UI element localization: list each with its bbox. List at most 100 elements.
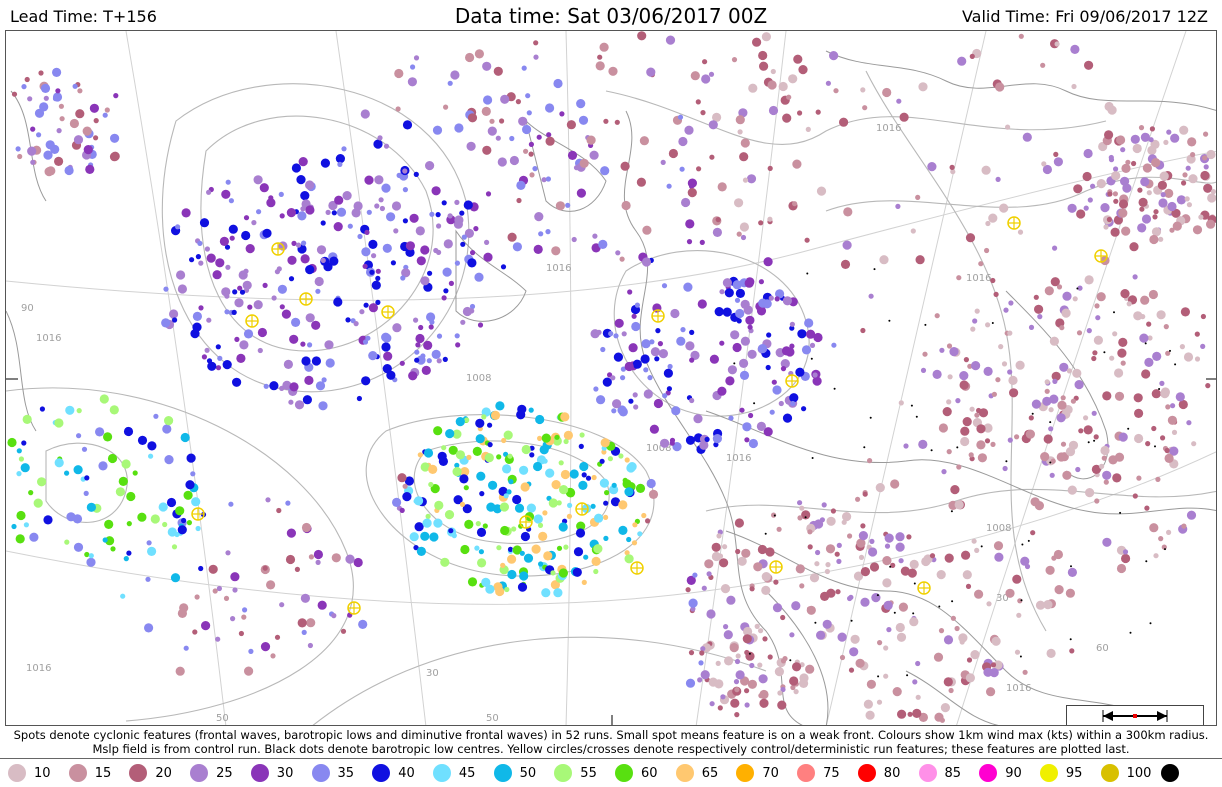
legend-label: 15 bbox=[94, 766, 112, 781]
cyclone-feature-spot bbox=[64, 539, 70, 545]
cyclone-feature-spot bbox=[572, 567, 582, 577]
cyclone-feature-spot bbox=[59, 116, 65, 122]
cyclone-feature-spot bbox=[448, 528, 454, 534]
cyclone-feature-spot bbox=[700, 110, 706, 116]
cyclone-feature-spot bbox=[1112, 331, 1118, 337]
cyclone-feature-spot bbox=[985, 322, 991, 328]
cyclone-feature-spot bbox=[417, 452, 423, 458]
cyclone-feature-spot bbox=[315, 288, 321, 294]
legend-label: 80 bbox=[883, 766, 901, 781]
cyclone-feature-spot bbox=[1158, 236, 1164, 242]
cyclone-feature-spot bbox=[578, 480, 588, 490]
cyclone-feature-spot bbox=[1066, 368, 1072, 374]
cyclone-feature-spot bbox=[869, 562, 880, 572]
cyclone-feature-spot bbox=[368, 351, 378, 361]
cyclone-feature-spot bbox=[500, 264, 507, 270]
cyclone-feature-spot bbox=[1003, 307, 1009, 313]
barotropic-low-dot bbox=[1020, 599, 1023, 602]
cyclone-feature-spot bbox=[858, 531, 869, 541]
barotropic-low-dot bbox=[806, 272, 809, 275]
cyclone-feature-spot bbox=[1012, 574, 1022, 584]
cyclone-feature-spot bbox=[459, 210, 465, 216]
cyclone-feature-spot bbox=[414, 357, 420, 363]
cyclone-feature-spot bbox=[726, 595, 736, 605]
cyclone-feature-spot bbox=[288, 399, 294, 405]
cyclone-feature-spot bbox=[855, 658, 865, 668]
cyclone-feature-spot bbox=[320, 220, 326, 226]
cyclone-feature-spot bbox=[1151, 389, 1161, 399]
cyclone-feature-spot bbox=[198, 260, 204, 266]
cyclone-feature-spot bbox=[1144, 357, 1154, 367]
cyclone-feature-spot bbox=[1030, 530, 1036, 536]
cyclone-feature-spot bbox=[371, 280, 381, 290]
cyclone-feature-spot bbox=[789, 321, 796, 327]
cyclone-feature-spot bbox=[637, 31, 647, 41]
caption-line-2: Mslp field is from control run. Black do… bbox=[92, 742, 1130, 756]
cyclone-feature-spot bbox=[1069, 648, 1075, 654]
cyclone-feature-spot bbox=[702, 59, 708, 65]
cyclone-feature-spot bbox=[876, 699, 883, 705]
cyclone-feature-spot bbox=[685, 587, 691, 593]
isobar-label: 1008 bbox=[986, 523, 1011, 534]
cyclone-feature-spot bbox=[965, 583, 972, 590]
cyclone-feature-spot bbox=[747, 679, 758, 689]
cyclone-feature-spot bbox=[576, 188, 587, 198]
cyclone-feature-spot bbox=[1126, 301, 1132, 307]
cyclone-feature-spot bbox=[985, 220, 991, 227]
cyclone-feature-spot bbox=[704, 436, 710, 442]
cyclone-feature-spot bbox=[305, 205, 315, 215]
cyclone-feature-spot bbox=[759, 61, 769, 71]
cyclone-feature-spot bbox=[828, 548, 834, 554]
cyclone-feature-spot bbox=[882, 578, 892, 588]
cyclone-feature-spot bbox=[1152, 214, 1158, 220]
cyclone-feature-spot bbox=[463, 485, 469, 491]
cyclone-feature-spot bbox=[860, 597, 870, 607]
cyclone-feature-spot bbox=[782, 296, 793, 306]
cyclone-feature-spot bbox=[963, 357, 970, 363]
cyclone-feature-spot bbox=[1086, 328, 1092, 334]
cyclone-feature-spot bbox=[731, 57, 738, 63]
cyclone-feature-spot bbox=[1206, 149, 1216, 160]
cyclone-feature-spot bbox=[382, 243, 392, 253]
cyclone-feature-spot bbox=[337, 161, 343, 167]
cyclone-feature-spot bbox=[744, 437, 750, 443]
cyclone-feature-spot bbox=[590, 503, 596, 509]
cyclone-feature-spot bbox=[414, 496, 424, 506]
cyclone-feature-spot bbox=[756, 421, 767, 431]
cyclone-feature-spot bbox=[485, 584, 495, 594]
cyclone-feature-spot bbox=[402, 483, 408, 489]
cyclone-feature-spot bbox=[1132, 493, 1138, 499]
cyclone-feature-spot bbox=[553, 78, 563, 89]
cyclone-feature-spot bbox=[381, 183, 391, 193]
cyclone-feature-spot bbox=[397, 473, 407, 483]
cyclone-feature-spot bbox=[58, 103, 64, 109]
cyclone-feature-spot bbox=[477, 322, 484, 328]
cyclone-feature-spot bbox=[697, 299, 707, 309]
cyclone-feature-spot bbox=[571, 236, 577, 243]
cyclone-feature-spot bbox=[660, 438, 670, 448]
cyclone-feature-spot bbox=[1091, 410, 1097, 416]
cyclone-feature-spot bbox=[511, 526, 517, 532]
cyclone-feature-spot bbox=[954, 625, 960, 632]
cyclone-feature-spot bbox=[331, 553, 341, 563]
cyclone-feature-spot bbox=[175, 224, 181, 230]
cyclone-feature-spot bbox=[1076, 330, 1083, 336]
cyclone-feature-spot bbox=[534, 212, 544, 222]
cyclone-feature-spot bbox=[960, 436, 970, 447]
cyclone-feature-spot bbox=[805, 664, 815, 674]
cyclone-feature-spot bbox=[680, 327, 686, 333]
cyclone-feature-spot bbox=[234, 336, 240, 342]
cyclone-feature-spot bbox=[1138, 197, 1148, 207]
cyclone-feature-spot bbox=[1182, 172, 1188, 178]
cyclone-feature-spot bbox=[863, 699, 874, 709]
cyclone-feature-spot bbox=[567, 502, 573, 508]
cyclone-feature-spot bbox=[829, 51, 839, 61]
cyclone-feature-spot bbox=[666, 183, 672, 189]
cyclone-feature-spot bbox=[692, 572, 698, 578]
cyclone-feature-spot bbox=[543, 551, 553, 561]
cyclone-feature-spot bbox=[177, 525, 187, 535]
cyclone-feature-spot bbox=[199, 218, 210, 228]
cyclone-feature-spot bbox=[1118, 208, 1128, 218]
caption: Spots denote cyclonic features (frontal … bbox=[0, 728, 1222, 756]
cyclone-feature-spot bbox=[595, 61, 605, 71]
